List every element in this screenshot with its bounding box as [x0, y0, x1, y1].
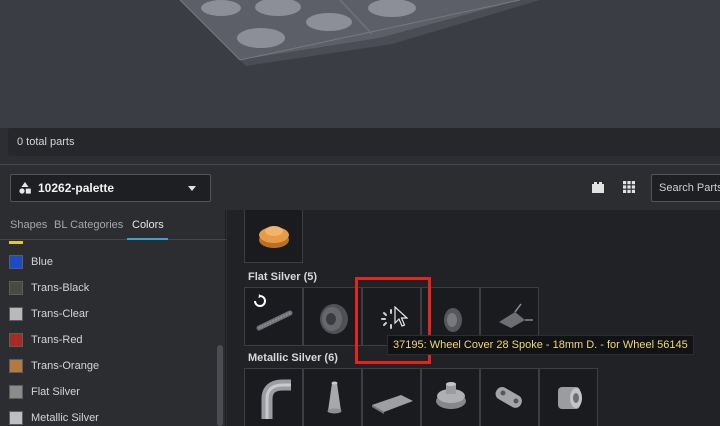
bent-tube-part-icon	[261, 379, 291, 419]
build-viewport[interactable]	[0, 0, 720, 128]
part-tile[interactable]	[421, 368, 480, 426]
yellow-swatch-partial	[9, 241, 23, 244]
part-tile[interactable]	[539, 368, 598, 426]
color-name: Blue	[31, 256, 54, 268]
panel-divider	[0, 164, 720, 165]
color-swatch	[9, 255, 23, 269]
color-swatch	[9, 307, 23, 321]
wheel-part-icon	[320, 304, 348, 334]
part-tile[interactable]	[303, 368, 362, 426]
list-item-trans-black[interactable]: Trans-Black	[0, 275, 214, 301]
link-part-icon	[495, 387, 522, 408]
list-item-metallic-silver[interactable]: Metallic Silver	[0, 405, 214, 426]
part-tile[interactable]	[244, 210, 303, 263]
color-name: Metallic Silver	[31, 412, 99, 424]
part-tile[interactable]	[244, 287, 303, 346]
color-swatch	[9, 333, 23, 347]
colors-scrollbar-thumb[interactable]	[217, 345, 223, 426]
color-swatch	[9, 359, 23, 373]
list-item-flat-silver[interactable]: Flat Silver	[0, 379, 214, 405]
part-tooltip: 37195: Wheel Cover 28 Spoke - 18mm D. - …	[387, 335, 694, 355]
round-plate-part-icon	[259, 226, 289, 248]
part-tile[interactable]	[362, 368, 421, 426]
chevron-down-icon	[188, 186, 196, 191]
mouse-cursor-icon	[394, 306, 408, 327]
list-item-trans-red[interactable]: Trans-Red	[0, 327, 214, 353]
filter-panel: Shapes BL Categories Colors Blue Trans-B…	[0, 210, 226, 426]
part-tile[interactable]	[303, 287, 362, 346]
color-name: Trans-Red	[31, 334, 83, 346]
list-item-blue[interactable]: Blue	[0, 249, 214, 275]
palette-name: 10262-palette	[38, 181, 115, 195]
color-name: Trans-Black	[31, 282, 90, 294]
part-image	[254, 294, 293, 331]
color-name: Trans-Clear	[31, 308, 89, 320]
colors-list: Blue Trans-Black Trans-Clear Trans-Red T…	[0, 241, 214, 426]
part-tile[interactable]	[244, 368, 303, 426]
rotate-icon	[254, 295, 266, 307]
tooltip-text: 37195: Wheel Cover 28 Spoke - 18mm D. - …	[393, 339, 688, 351]
color-swatch	[9, 281, 23, 295]
filter-tabs: Shapes BL Categories Colors	[0, 210, 226, 240]
color-name: Flat Silver	[31, 386, 80, 398]
search-parts-input[interactable]	[651, 174, 720, 202]
tile-part-icon	[372, 395, 413, 414]
grid-view-icon[interactable]	[622, 180, 636, 194]
parts-count-bar: 0 total parts	[8, 128, 720, 156]
part-tile[interactable]	[480, 368, 539, 426]
list-item-trans-clear[interactable]: Trans-Clear	[0, 301, 214, 327]
list-item-trans-orange[interactable]: Trans-Orange	[0, 353, 214, 379]
total-parts-label: 0 total parts	[17, 136, 75, 148]
palette-toolbar: 10262-palette	[0, 166, 720, 210]
brick-view-icon[interactable]	[591, 180, 605, 194]
section-title-flat-silver: Flat Silver (5)	[248, 271, 318, 283]
tab-colors[interactable]: Colors	[132, 219, 164, 231]
color-name: Trans-Orange	[31, 360, 100, 372]
shapes-icon	[19, 182, 31, 194]
section-title-metallic-silver: Metallic Silver (6)	[248, 352, 338, 364]
round-part-icon	[436, 382, 466, 409]
cone-part-icon	[327, 381, 342, 414]
cylinder-part-icon	[558, 387, 582, 409]
tab-bl-categories[interactable]: BL Categories	[54, 219, 123, 231]
color-swatch	[9, 411, 23, 425]
baseplate-render	[179, 0, 540, 66]
color-swatch	[9, 385, 23, 399]
palette-dropdown[interactable]: 10262-palette	[10, 174, 211, 202]
tab-shapes[interactable]: Shapes	[10, 219, 47, 231]
active-tab-indicator	[127, 238, 168, 240]
